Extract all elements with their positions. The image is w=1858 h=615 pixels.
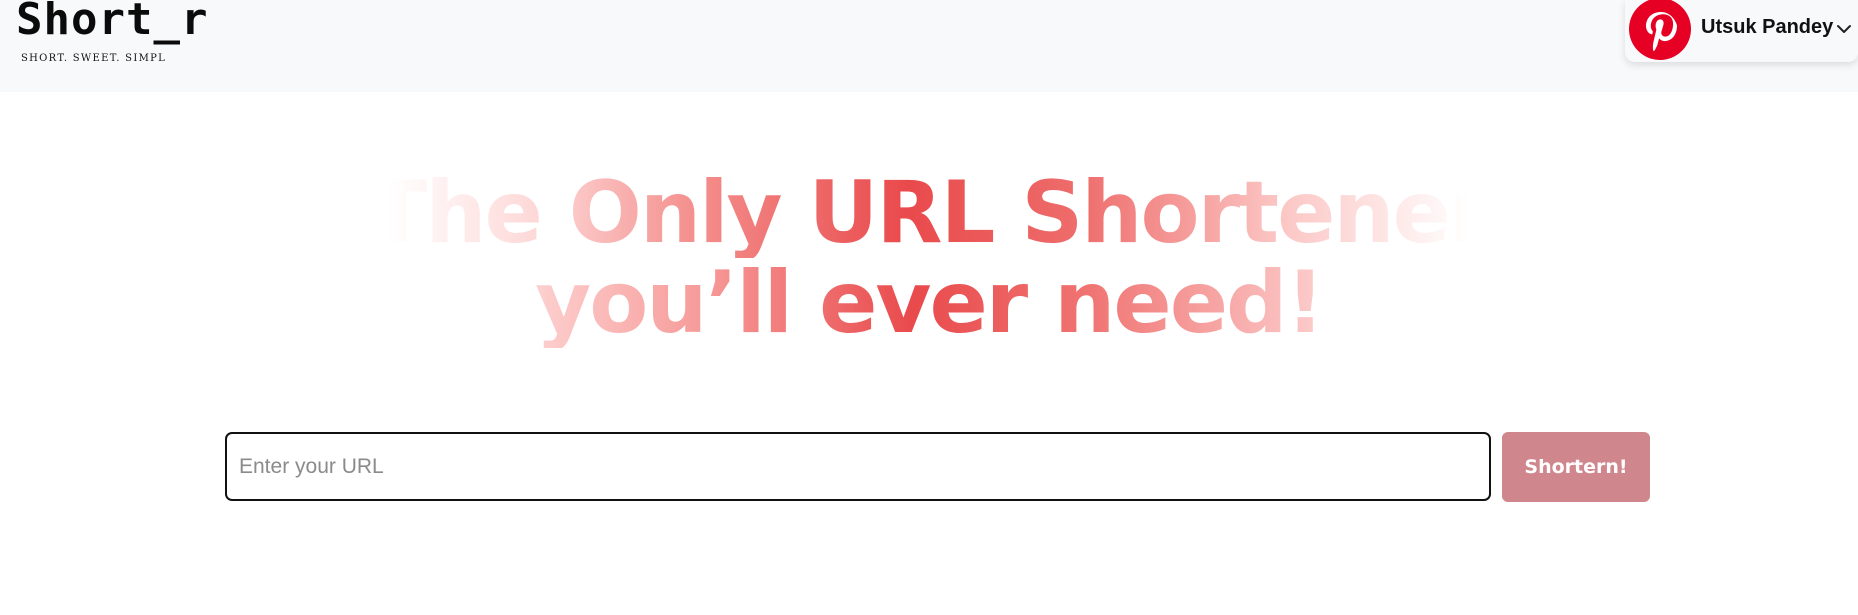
chevron-down-icon[interactable] — [1835, 20, 1853, 38]
user-menu[interactable]: Utsuk Pandey — [1625, 0, 1858, 62]
user-name: Utsuk Pandey — [1701, 16, 1834, 38]
hero-headline-line-1: The Only URL Shortener — [0, 168, 1858, 258]
hero-headline: The Only URL Shortener you’ll ever need! — [0, 168, 1858, 348]
url-input[interactable] — [225, 432, 1491, 501]
hero-headline-line-2: you’ll ever need! — [0, 258, 1858, 348]
shorten-button[interactable]: Shortern! — [1502, 432, 1650, 502]
pinterest-logo-icon — [1629, 0, 1691, 60]
brand-logo[interactable]: Short_r SHORT. SWEET. SIMPL — [14, 0, 207, 70]
top-navbar: Short_r SHORT. SWEET. SIMPL Utsuk Pandey — [0, 0, 1858, 92]
logo-wordmark: Short_r — [16, 0, 209, 45]
logo-tagline: SHORT. SWEET. SIMPL — [21, 53, 167, 64]
